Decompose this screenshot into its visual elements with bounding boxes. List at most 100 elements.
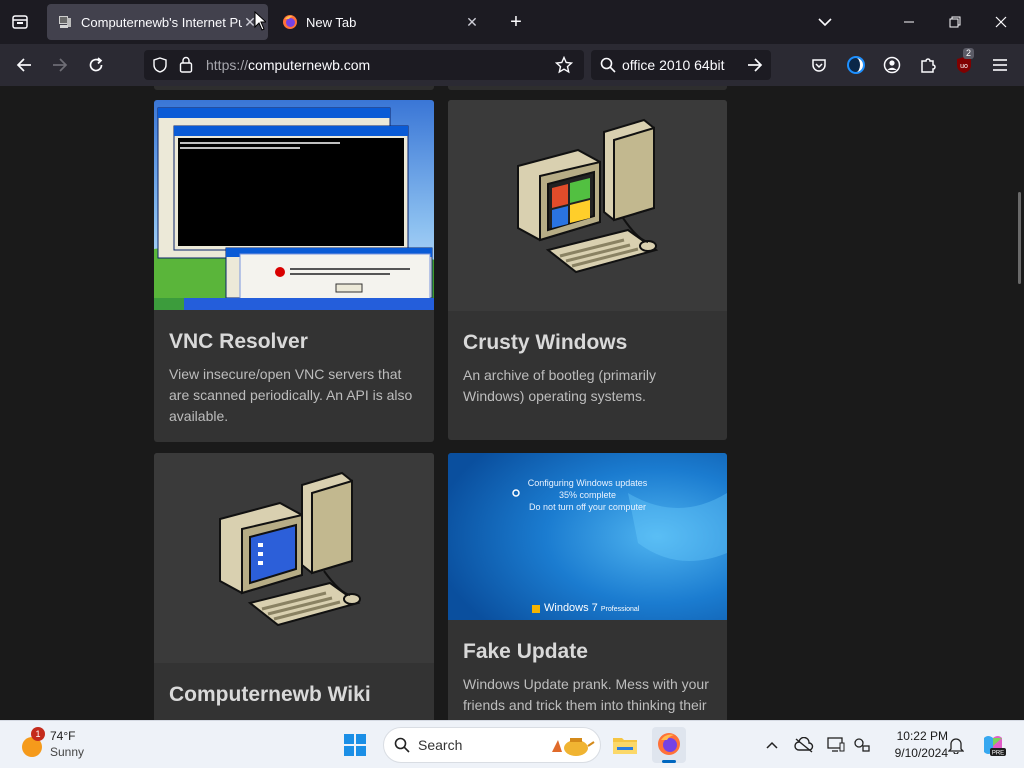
close-icon — [995, 16, 1007, 28]
windows7-brand-name: Windows 7 — [544, 602, 598, 614]
minimize-icon — [904, 21, 914, 23]
display-tray-button[interactable] — [824, 733, 848, 757]
copilot-pre-icon: PRE — [984, 736, 1006, 757]
arrow-left-icon — [16, 58, 31, 72]
weather-temperature: 74°F — [50, 729, 76, 743]
star-bookmark-icon[interactable] — [555, 56, 573, 74]
minimize-button[interactable] — [886, 0, 932, 44]
pocket-button[interactable] — [804, 50, 834, 80]
network-tray-button[interactable] — [850, 733, 874, 757]
search-highlight-teapot-icon — [552, 738, 595, 756]
tab-title: Computernewb's Internet Pub — [81, 14, 242, 30]
computer-with-windows-logo-image — [448, 100, 727, 311]
card-fake-update[interactable]: Configuring Windows updates 35% complete… — [448, 453, 727, 720]
vnc-resolver-thumbnail — [154, 100, 434, 310]
navigation-toolbar: https://computernewb.com office 2010 64b… — [0, 44, 1024, 86]
tab-computernewb[interactable]: Computernewb's Internet Pub ✕ — [47, 4, 268, 40]
list-all-tabs-button[interactable] — [802, 0, 848, 44]
reload-button[interactable] — [81, 50, 111, 80]
firefox-view-icon — [12, 15, 28, 29]
system-clock[interactable]: 10:22 PM 9/10/2024 — [880, 728, 948, 762]
previous-card-bottom — [448, 86, 727, 90]
weather-widget[interactable]: 1 74°F Sunny — [18, 727, 128, 763]
extension-badge: 2 — [963, 48, 975, 59]
update-status-line: Configuring Windows updates — [527, 478, 648, 488]
extensions-button[interactable] — [913, 50, 943, 80]
close-window-button[interactable] — [978, 0, 1024, 44]
extension-button[interactable] — [841, 50, 871, 80]
url-text: https://computernewb.com — [206, 57, 370, 73]
firefox-view-button[interactable] — [0, 0, 40, 44]
shield-icon[interactable] — [152, 57, 168, 73]
windows-logo-icon — [344, 734, 366, 756]
firefox-taskbar-button[interactable] — [652, 727, 686, 763]
search-bar[interactable]: office 2010 64bit — [591, 50, 771, 80]
card-title[interactable]: Fake Update — [448, 620, 727, 664]
update-progress-line: 35% complete — [558, 490, 617, 500]
show-hidden-icons-button[interactable] — [760, 733, 784, 757]
new-tab-button[interactable]: + — [502, 8, 530, 36]
url-host: computernewb.com — [248, 57, 371, 73]
firefox-favicon-icon — [283, 15, 297, 29]
windows7-brand: Windows 7 Professional — [544, 602, 639, 614]
computer-with-blue-screen-image — [154, 453, 434, 663]
hamburger-menu-icon — [993, 59, 1007, 71]
cloud-offline-icon — [794, 737, 814, 753]
weather-condition: Sunny — [50, 745, 85, 759]
card-title[interactable]: Computernewb Wiki — [154, 663, 434, 707]
ublock-button[interactable]: uo 2 — [949, 48, 979, 80]
folder-icon — [613, 738, 637, 754]
search-icon — [600, 57, 616, 73]
svg-text:uo: uo — [960, 63, 968, 70]
weather-badge: 1 — [31, 727, 45, 741]
notifications-button[interactable] — [944, 733, 968, 757]
card-title[interactable]: VNC Resolver — [154, 310, 434, 354]
start-button[interactable] — [343, 733, 367, 757]
url-protocol: https:// — [206, 57, 249, 73]
app-menu-button[interactable] — [985, 50, 1015, 80]
fake-update-thumbnail: Configuring Windows updates 35% complete… — [448, 453, 727, 620]
card-computernewb-wiki[interactable]: Computernewb Wiki — [154, 453, 434, 720]
forward-button[interactable] — [45, 50, 75, 80]
search-query: office 2010 64bit — [622, 57, 725, 73]
taskbar-search-box[interactable]: Search — [383, 727, 601, 763]
puzzle-icon — [921, 58, 936, 73]
xp-desktop-screenshot — [154, 100, 434, 310]
svg-text:PRE: PRE — [992, 751, 1004, 757]
restore-button[interactable] — [932, 0, 978, 44]
previous-card-bottom — [154, 86, 434, 90]
card-title[interactable]: Crusty Windows — [448, 311, 727, 355]
restore-icon — [949, 16, 961, 28]
copilot-button[interactable]: PRE — [980, 732, 1006, 758]
update-warning-line: Do not turn off your computer — [529, 502, 646, 512]
plus-icon: + — [510, 10, 522, 33]
back-button[interactable] — [9, 50, 39, 80]
chevron-up-icon — [766, 741, 778, 749]
account-button[interactable] — [877, 50, 907, 80]
card-description: An archive of bootleg (primarily Windows… — [463, 367, 656, 404]
search-icon — [394, 737, 410, 753]
file-explorer-button[interactable] — [611, 731, 639, 759]
onedrive-tray-button[interactable] — [792, 733, 816, 757]
tab-close-icon[interactable]: ✕ — [464, 14, 480, 30]
lock-icon[interactable] — [179, 56, 193, 73]
card-description: Windows Update prank. Mess with your fri… — [463, 676, 709, 713]
clock-time: 10:22 PM — [896, 729, 948, 743]
page-content: VNC Resolver View insecure/open VNC serv… — [0, 86, 1024, 720]
crusty-windows-thumbnail — [448, 100, 727, 311]
account-icon — [883, 56, 901, 74]
card-crusty-windows[interactable]: Crusty Windows An archive of bootleg (pr… — [448, 100, 727, 440]
chevron-down-icon — [818, 18, 832, 27]
network-icon — [854, 738, 870, 752]
page-scrollbar-thumb[interactable] — [1018, 192, 1021, 284]
pocket-icon — [812, 59, 826, 72]
tab-title: New Tab — [306, 14, 357, 30]
card-vnc-resolver[interactable]: VNC Resolver View insecure/open VNC serv… — [154, 100, 434, 442]
address-bar[interactable]: https://computernewb.com — [144, 50, 584, 80]
active-app-indicator — [662, 760, 676, 763]
tab-new-tab[interactable]: New Tab ✕ — [272, 4, 490, 40]
card-description: View insecure/open VNC servers that are … — [169, 366, 413, 424]
extension-moon-icon — [847, 56, 865, 74]
computernewb-favicon-icon — [59, 16, 71, 28]
go-arrow-icon[interactable] — [747, 57, 763, 73]
